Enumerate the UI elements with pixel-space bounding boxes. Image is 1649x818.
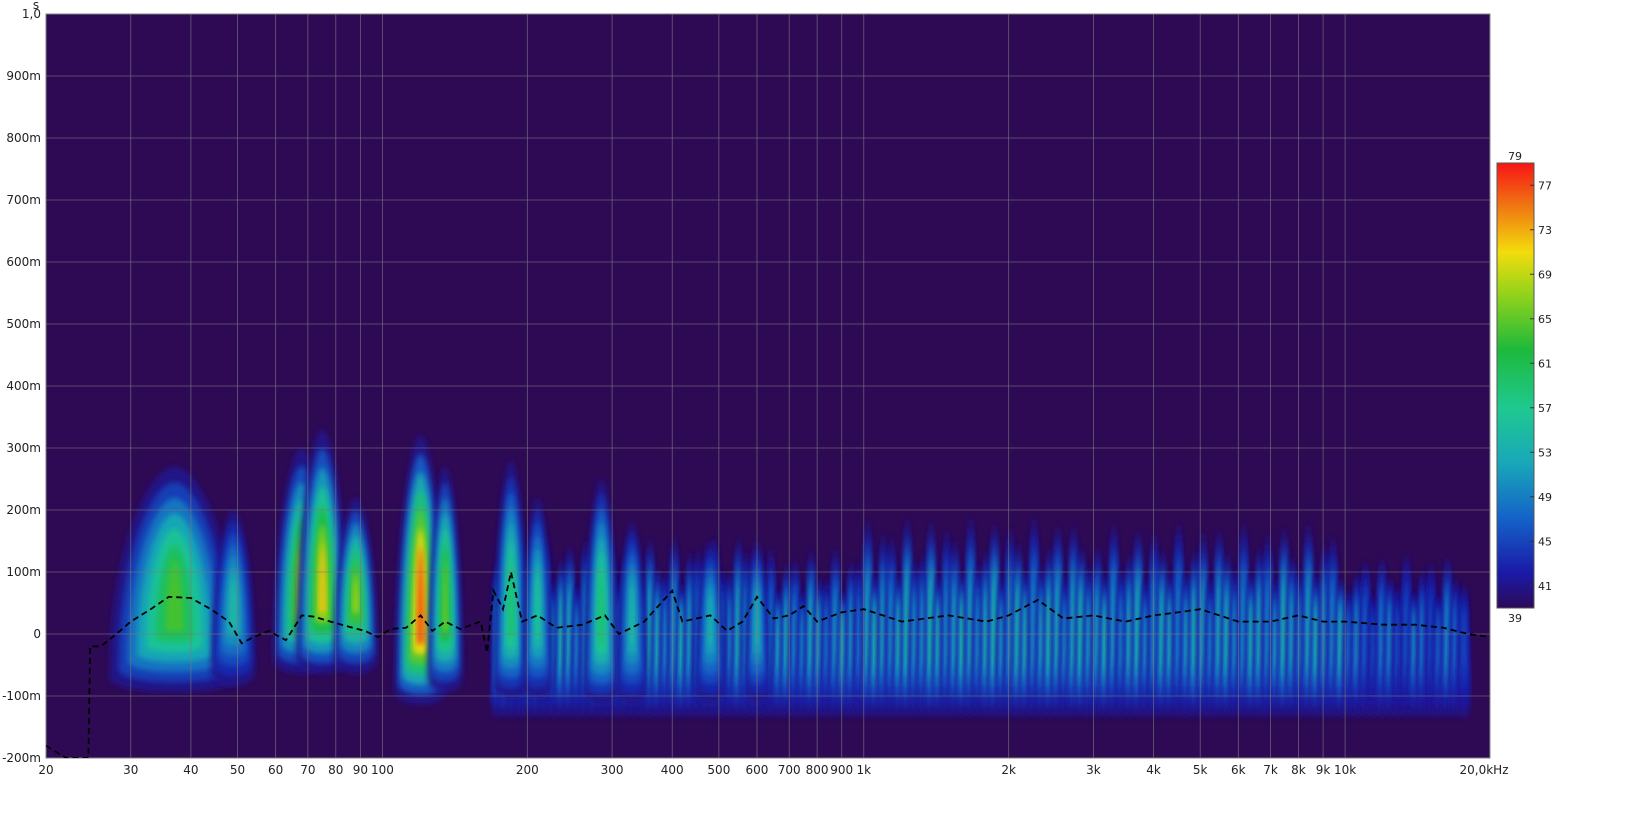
x-tick-label: 200 [516,763,539,777]
x-axis: 20 30 40 50 60 70 80 90 100 200 300 400 500 600 700 800… [38,763,1508,777]
y-tick-label: 500m [6,317,41,331]
colorbar-tick-label: 77 [1538,179,1552,192]
x-tick-label: 400 [661,763,684,777]
x-tick-label: 2k [1001,763,1016,777]
colorbar-tick-label: 65 [1538,313,1552,326]
y-tick-label: -100m [2,689,41,703]
x-tick-label: 100 [371,763,394,777]
y-tick-label: 0 [33,627,41,641]
colorbar-tick-label: 61 [1538,357,1552,370]
x-tick-label: 80 [328,763,343,777]
x-tick-label: 50 [230,763,245,777]
x-tick-label: 500 [707,763,730,777]
y-tick-label: -200m [2,751,41,765]
colorbar-tick-label: 73 [1538,224,1552,237]
x-tick-label: 20 [38,763,53,777]
y-tick-label: 200m [6,503,41,517]
x-tick-label: 10k [1334,763,1356,777]
colorbar-tick-label: 45 [1538,535,1552,548]
colorbar-tick-label: 49 [1538,491,1552,504]
x-tick-label: 40 [183,763,198,777]
colorbar-tick-label: 57 [1538,402,1552,415]
colorbar-tick-label: 41 [1538,580,1552,593]
x-tick-label: 3k [1086,763,1101,777]
x-tick-label: 60 [268,763,283,777]
colorbar-max-label: 79 [1508,150,1522,163]
x-tick-label: 800 [806,763,829,777]
x-tick-label: 4k [1146,763,1161,777]
colorbar-tick-label: 69 [1538,268,1552,281]
x-tick-label: 9k [1316,763,1331,777]
y-tick-label: 300m [6,441,41,455]
x-tick-label: 900 [830,763,853,777]
waterfall-chart: 1,0900m800m700m600m500m400m300m200m100m0… [2,0,1552,777]
colorbar-min-label: 39 [1508,612,1522,625]
x-axis-unit-label: 20,0kHz [1460,763,1509,777]
x-tick-label: 70 [300,763,315,777]
x-tick-label: 600 [746,763,769,777]
y-axis: 1,0900m800m700m600m500m400m300m200m100m0… [2,7,41,765]
x-tick-label: 8k [1291,763,1306,777]
x-tick-label: 90 [353,763,368,777]
y-tick-label: 600m [6,255,41,269]
x-tick-label: 6k [1231,763,1246,777]
x-tick-label: 1k [856,763,871,777]
y-tick-label: 700m [6,193,41,207]
colorbar: 79 39 41 45 49 53 57 61 65 69 73 77 [1496,150,1552,625]
x-tick-label: 30 [123,763,138,777]
y-tick-label: 400m [6,379,41,393]
y-tick-label: 900m [6,69,41,83]
x-tick-label: 7k [1263,763,1278,777]
colorbar-tick-label: 53 [1538,446,1552,459]
y-axis-unit: s [33,0,39,12]
y-tick-label: 100m [6,565,41,579]
x-tick-label: 700 [778,763,801,777]
x-tick-label: 300 [601,763,624,777]
y-tick-label: 800m [6,131,41,145]
x-tick-label: 5k [1193,763,1208,777]
colorbar-gradient [1496,162,1535,609]
